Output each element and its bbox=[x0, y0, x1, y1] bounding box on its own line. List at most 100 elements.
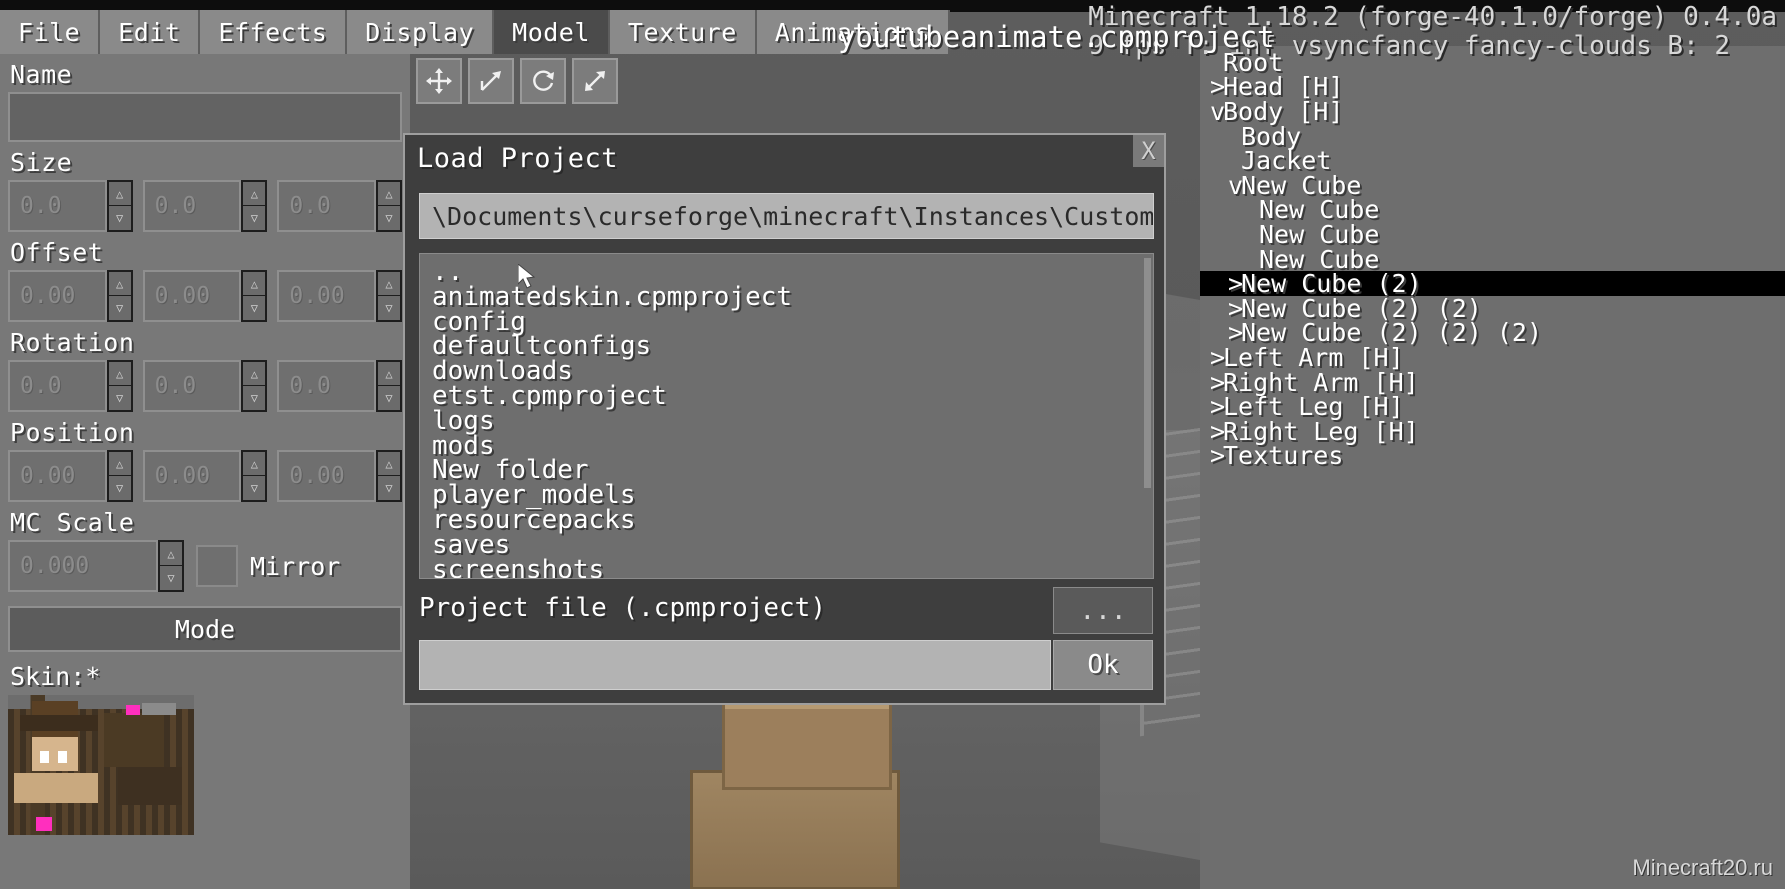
menu-item-texture[interactable]: Texture bbox=[609, 10, 757, 54]
chevron-up-icon[interactable]: △ bbox=[378, 362, 401, 386]
tree-item[interactable]: > Left Leg [H] bbox=[1200, 392, 1785, 421]
mc-scale-input[interactable]: 0.000 bbox=[8, 540, 158, 592]
tree-item[interactable]: v New Cube bbox=[1200, 171, 1785, 200]
rotation-z-stepper[interactable]: △ ▽ bbox=[376, 360, 403, 412]
chevron-down-icon[interactable]: ▽ bbox=[378, 296, 400, 320]
load-project-dialog[interactable]: Load Project X \Documents\curseforge\min… bbox=[403, 133, 1166, 705]
menu-item-effects[interactable]: Effects bbox=[200, 10, 348, 54]
filename-input[interactable] bbox=[419, 640, 1051, 690]
name-input[interactable] bbox=[8, 92, 402, 142]
tree-item[interactable]: Body bbox=[1200, 122, 1785, 151]
position-z-input[interactable]: 0.00 bbox=[277, 450, 377, 502]
file-list-item[interactable]: resourcepacks bbox=[420, 507, 1153, 533]
tree-item[interactable]: > New Cube (2) (2) (2) bbox=[1200, 318, 1785, 347]
tree-item[interactable]: > Head [H] bbox=[1200, 72, 1785, 101]
chevron-up-icon[interactable]: △ bbox=[378, 452, 401, 476]
size-z-stepper[interactable]: △ ▽ bbox=[376, 180, 403, 232]
offset-y-input[interactable]: 0.00 bbox=[142, 270, 242, 322]
rotation-y-input[interactable]: 0.0 bbox=[142, 360, 242, 412]
size-y-stepper[interactable]: △ ▽ bbox=[241, 180, 268, 232]
chevron-down-icon[interactable]: ▽ bbox=[109, 476, 131, 500]
browse-button[interactable]: ... bbox=[1053, 587, 1153, 634]
file-list-item[interactable]: saves bbox=[420, 532, 1153, 558]
chevron-down-icon[interactable]: ▽ bbox=[243, 296, 265, 320]
offset-z-input[interactable]: 0.00 bbox=[277, 270, 377, 322]
chevron-down-icon[interactable]: ▽ bbox=[243, 386, 265, 410]
ok-button[interactable]: Ok bbox=[1053, 640, 1153, 690]
tree-item[interactable]: v Body [H] bbox=[1200, 97, 1785, 126]
skin-texture-preview[interactable] bbox=[8, 695, 194, 835]
chevron-up-icon[interactable]: △ bbox=[243, 272, 266, 296]
menu-item-edit[interactable]: Edit bbox=[100, 10, 201, 54]
chevron-up-icon[interactable]: △ bbox=[243, 452, 266, 476]
position-x-stepper[interactable]: △ ▽ bbox=[106, 450, 133, 502]
tree-item[interactable]: > Right Leg [H] bbox=[1200, 417, 1785, 446]
scrollbar-thumb[interactable] bbox=[1144, 258, 1151, 488]
chevron-right-icon[interactable]: > bbox=[1210, 441, 1225, 470]
chevron-down-icon[interactable]: ▽ bbox=[109, 386, 131, 410]
move-tool-button[interactable] bbox=[416, 58, 462, 104]
mc-scale-stepper[interactable]: △ ▽ bbox=[158, 540, 184, 592]
chevron-down-icon[interactable]: ▽ bbox=[109, 206, 131, 230]
tree-item[interactable]: > Right Arm [H] bbox=[1200, 368, 1785, 397]
position-y-stepper[interactable]: △ ▽ bbox=[241, 450, 268, 502]
chevron-up-icon[interactable]: △ bbox=[243, 182, 266, 206]
rotation-x-stepper[interactable]: △ ▽ bbox=[106, 360, 133, 412]
scale-tool-button[interactable] bbox=[468, 58, 514, 104]
tree-item[interactable]: New Cube bbox=[1200, 195, 1785, 224]
file-list-scrollbar[interactable] bbox=[1144, 258, 1151, 576]
chevron-up-icon[interactable]: △ bbox=[243, 362, 266, 386]
tree-item[interactable]: Jacket bbox=[1200, 146, 1785, 175]
chevron-up-icon[interactable]: △ bbox=[378, 272, 401, 296]
chevron-up-icon[interactable]: △ bbox=[108, 362, 131, 386]
rotation-z-input[interactable]: 0.0 bbox=[277, 360, 377, 412]
file-list-item[interactable]: screenshots bbox=[420, 557, 1153, 578]
menu-item-display[interactable]: Display bbox=[347, 10, 495, 54]
chevron-up-icon[interactable]: △ bbox=[108, 452, 131, 476]
chevron-down-icon[interactable]: ▽ bbox=[243, 206, 265, 230]
size-z-input[interactable]: 0.0 bbox=[277, 180, 377, 232]
model-tree-panel[interactable]: Root > Head [H] v Body [H] Body Jacket v New Cub… bbox=[1200, 46, 1785, 889]
tree-item[interactable]: > New Cube (2) (2) bbox=[1200, 294, 1785, 323]
size-y-input[interactable]: 0.0 bbox=[142, 180, 242, 232]
chevron-down-icon[interactable]: ▽ bbox=[243, 476, 265, 500]
file-list[interactable]: .. animatedskin.cpmproject config defaultco… bbox=[419, 253, 1154, 579]
position-y-input[interactable]: 0.00 bbox=[142, 450, 242, 502]
mode-button[interactable]: Mode bbox=[8, 606, 402, 652]
offset-x-stepper[interactable]: △ ▽ bbox=[106, 270, 133, 322]
file-list-item[interactable]: animatedskin.cpmproject bbox=[420, 284, 1153, 310]
tree-item[interactable]: New Cube bbox=[1200, 220, 1785, 249]
tree-item[interactable]: > New Cube (2) bbox=[1200, 269, 1785, 298]
mirror-checkbox[interactable] bbox=[196, 545, 238, 587]
rotation-y-stepper[interactable]: △ ▽ bbox=[241, 360, 268, 412]
chevron-up-icon[interactable]: △ bbox=[108, 272, 131, 296]
chevron-down-icon[interactable]: ▽ bbox=[378, 476, 400, 500]
tree-item[interactable]: New Cube bbox=[1200, 245, 1785, 274]
chevron-down-icon[interactable]: ▽ bbox=[109, 296, 131, 320]
rotate-tool-button[interactable] bbox=[520, 58, 566, 104]
size-x-input[interactable]: 0.0 bbox=[8, 180, 107, 232]
chevron-down-icon[interactable]: ▽ bbox=[160, 566, 182, 590]
size-x-stepper[interactable]: △ ▽ bbox=[106, 180, 133, 232]
menu-item-file[interactable]: File bbox=[0, 10, 101, 54]
tree-item[interactable]: > Left Arm [H] bbox=[1200, 343, 1785, 372]
menu-item-model[interactable]: Model bbox=[494, 10, 610, 54]
offset-x-input[interactable]: 0.00 bbox=[8, 270, 107, 322]
chevron-down-icon[interactable]: ▽ bbox=[378, 206, 400, 230]
chevron-down-icon[interactable]: v bbox=[1210, 97, 1225, 126]
chevron-up-icon[interactable]: △ bbox=[160, 542, 182, 566]
chevron-up-icon[interactable]: △ bbox=[108, 182, 131, 206]
chevron-up-icon[interactable]: △ bbox=[378, 182, 401, 206]
rotation-x-input[interactable]: 0.0 bbox=[8, 360, 107, 412]
path-input[interactable]: \Documents\curseforge\minecraft\Instance… bbox=[419, 193, 1154, 239]
offset-y-stepper[interactable]: △ ▽ bbox=[241, 270, 268, 322]
position-z-stepper[interactable]: △ ▽ bbox=[376, 450, 403, 502]
offset-z-stepper[interactable]: △ ▽ bbox=[376, 270, 403, 322]
tree-item[interactable]: > Textures bbox=[1200, 441, 1785, 470]
resize-tool-button[interactable] bbox=[572, 58, 618, 104]
file-list-item[interactable]: etst.cpmproject bbox=[420, 383, 1153, 409]
close-icon[interactable]: X bbox=[1133, 135, 1164, 167]
chevron-down-icon[interactable]: v bbox=[1228, 171, 1243, 200]
position-x-input[interactable]: 0.00 bbox=[8, 450, 107, 502]
file-list-item[interactable]: logs bbox=[420, 408, 1153, 434]
